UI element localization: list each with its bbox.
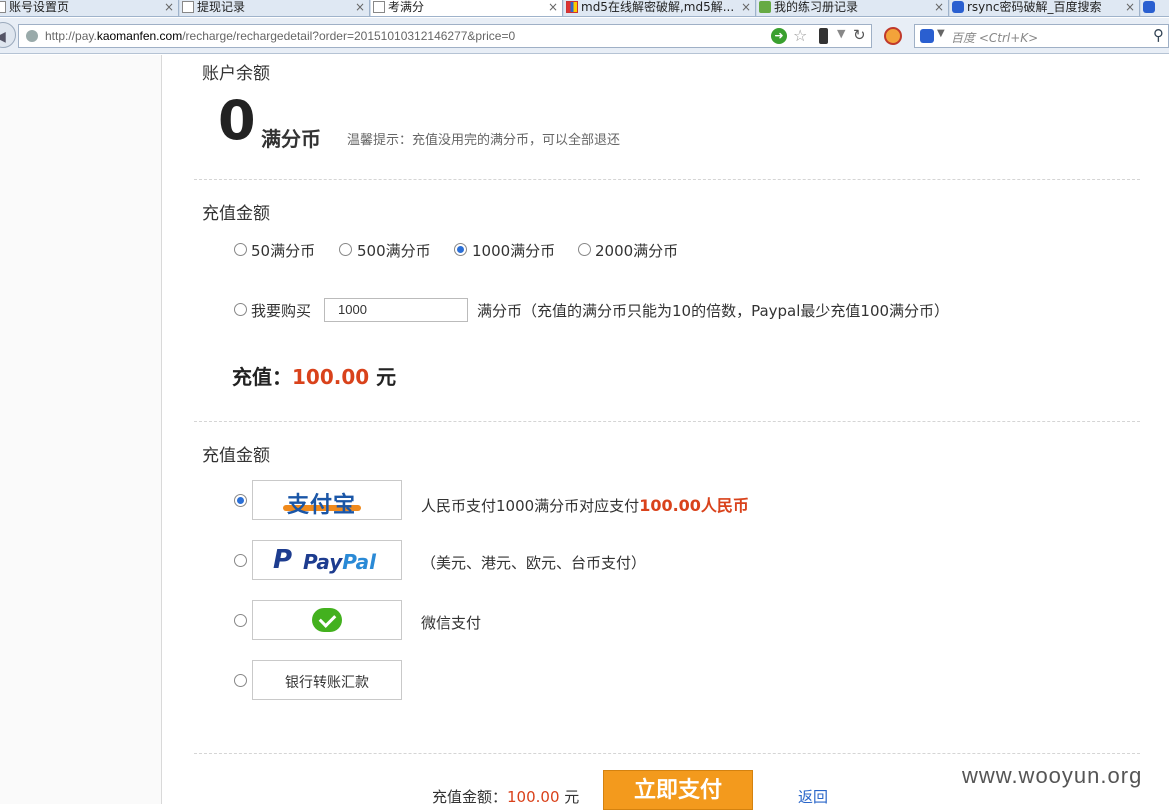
balance-value: 0	[218, 89, 256, 152]
bank-transfer-label: 银行转账汇款	[285, 675, 369, 691]
adblock-icon[interactable]	[884, 27, 902, 45]
tab-label: rsync密码破解_百度搜索	[967, 0, 1102, 14]
radio-bank[interactable]	[234, 674, 247, 687]
watermark: www.wooyun.org	[962, 763, 1143, 788]
tab-label: 账号设置页	[9, 0, 70, 14]
custom-amount-note: 满分币（充值的满分币只能为10的倍数，Paypal最少充值100满分币）	[477, 302, 950, 320]
search-placeholder: 百度 <Ctrl+K>	[951, 31, 1039, 45]
back-arrow-icon: ◀	[0, 29, 6, 45]
back-button[interactable]: ◀	[0, 22, 16, 48]
balance-tip: 温馨提示：充值没用完的满分币，可以全部退还	[347, 133, 621, 148]
chevron-down-icon[interactable]: ▼	[937, 28, 945, 39]
close-icon[interactable]: ×	[548, 0, 558, 14]
recharge-total-label: 充值：	[232, 365, 292, 389]
radio-2000[interactable]	[578, 243, 591, 256]
balance-unit: 满分币	[261, 127, 321, 151]
close-icon[interactable]: ×	[164, 0, 174, 14]
url-path: /recharge/rechargedetail?order=201510103…	[182, 29, 516, 43]
paypal-option[interactable]: P PayPal	[252, 540, 402, 580]
alipay-desc-text: 人民币支付1000满分币对应支付	[421, 497, 640, 515]
payment-title: 充值金额	[202, 446, 270, 466]
paypal-p-icon: P	[273, 545, 293, 575]
footer-amount-label: 充值金额：	[432, 788, 508, 806]
radio-paypal[interactable]	[234, 554, 247, 567]
page-icon	[0, 1, 6, 13]
radio-500[interactable]	[339, 243, 352, 256]
go-icon[interactable]: ➜	[771, 28, 787, 44]
chevron-down-icon[interactable]: ▼	[837, 27, 845, 40]
url-text: http://pay.kaomanfen.com/recharge/rechar…	[45, 29, 515, 43]
globe-icon	[26, 30, 38, 42]
option-50-label: 50满分币	[251, 242, 316, 260]
tab-md5[interactable]: md5在线解密破解,md5解... ×	[564, 0, 756, 16]
page-icon	[373, 1, 385, 13]
alipay-desc: 人民币支付1000满分币对应支付100.00人民币	[421, 492, 749, 516]
tab-kaomanfen[interactable]: 考满分 ×	[371, 0, 563, 16]
alipay-desc-amount: 100.00人民币	[639, 496, 749, 515]
tab-label: 提现记录	[197, 0, 246, 14]
page-icon	[182, 1, 194, 13]
radio-wechat[interactable]	[234, 614, 247, 627]
pay-now-button[interactable]: 立即支付	[603, 770, 753, 810]
recharge-total: 充值：100.00 元	[232, 361, 396, 390]
option-1000-label: 1000满分币	[472, 242, 556, 260]
close-icon[interactable]: ×	[1125, 0, 1135, 14]
divider	[194, 421, 1140, 422]
radio-alipay[interactable]	[234, 494, 247, 507]
footer-amount-unit: 元	[559, 788, 580, 806]
tab-practice-records[interactable]: 我的练习册记录 ×	[757, 0, 949, 16]
wechat-icon	[312, 608, 342, 632]
tab-label: 我的练习册记录	[774, 0, 859, 14]
radio-custom[interactable]	[234, 303, 247, 316]
option-500-label: 500满分币	[357, 242, 431, 260]
bank-transfer-option[interactable]: 银行转账汇款	[252, 660, 402, 700]
paypal-logo-pay: Pay	[303, 550, 343, 574]
left-sidebar	[0, 55, 162, 804]
url-bar[interactable]: http://pay.kaomanfen.com/recharge/rechar…	[18, 24, 872, 48]
search-icon[interactable]: ⚲	[1153, 26, 1164, 44]
url-prefix: http://pay.	[45, 29, 97, 43]
wechat-option[interactable]	[252, 600, 402, 640]
mobile-icon[interactable]	[819, 28, 828, 44]
alipay-logo: 支付宝	[287, 492, 357, 518]
baidu-paw-icon	[1143, 1, 1155, 13]
tab-label: md5在线解密破解,md5解...	[581, 0, 735, 14]
recharge-total-amount: 100.00	[292, 365, 370, 389]
tab-account-settings[interactable]: 账号设置页 ×	[0, 0, 179, 16]
tab-baidu-search[interactable]: rsync密码破解_百度搜索 ×	[950, 0, 1140, 16]
search-bar[interactable]: ▼ 百度 <Ctrl+K> ⚲	[914, 24, 1169, 48]
recharge-total-unit: 元	[376, 365, 397, 389]
paypal-logo-pal: Pal	[342, 550, 377, 574]
footer-amount-value: 100.00	[507, 788, 560, 806]
bookmark-star-icon[interactable]: ☆	[793, 26, 807, 45]
baidu-paw-icon	[920, 29, 934, 43]
baidu-paw-icon	[952, 1, 964, 13]
leaf-icon	[759, 1, 771, 13]
option-2000-label: 2000满分币	[595, 242, 679, 260]
tab-withdraw-records[interactable]: 提现记录 ×	[180, 0, 370, 16]
grid-icon	[566, 1, 578, 13]
navigation-bar: ◀ http://pay.kaomanfen.com/recharge/rech…	[0, 18, 1169, 54]
wechat-desc: 微信支付	[421, 614, 482, 632]
reload-icon[interactable]: ↻	[853, 26, 866, 44]
tab-label: 考满分	[388, 0, 425, 14]
custom-amount-input[interactable]: 1000	[324, 298, 468, 322]
balance-title: 账户余额	[202, 64, 270, 84]
alipay-option[interactable]: 支付宝	[252, 480, 402, 520]
radio-50[interactable]	[234, 243, 247, 256]
close-icon[interactable]: ×	[355, 0, 365, 14]
tab-overflow[interactable]	[1141, 0, 1169, 16]
recharge-title: 充值金额	[202, 204, 270, 224]
custom-amount-label: 我要购买	[251, 302, 312, 320]
paypal-desc: （美元、港元、欧元、台币支付）	[421, 554, 647, 572]
radio-1000[interactable]	[454, 243, 467, 256]
url-domain: kaomanfen.com	[96, 29, 183, 43]
close-icon[interactable]: ×	[741, 0, 751, 14]
browser-tab-bar: 账号设置页 × 提现记录 × 考满分 × md5在线解密破解,md5解... ×…	[0, 0, 1169, 17]
divider	[194, 753, 1140, 754]
paypal-logo: PayPal	[303, 550, 376, 574]
page-content: 账户余额 0 满分币 温馨提示：充值没用完的满分币，可以全部退还 充值金额 50…	[0, 55, 1169, 810]
close-icon[interactable]: ×	[934, 0, 944, 14]
divider	[194, 179, 1140, 180]
